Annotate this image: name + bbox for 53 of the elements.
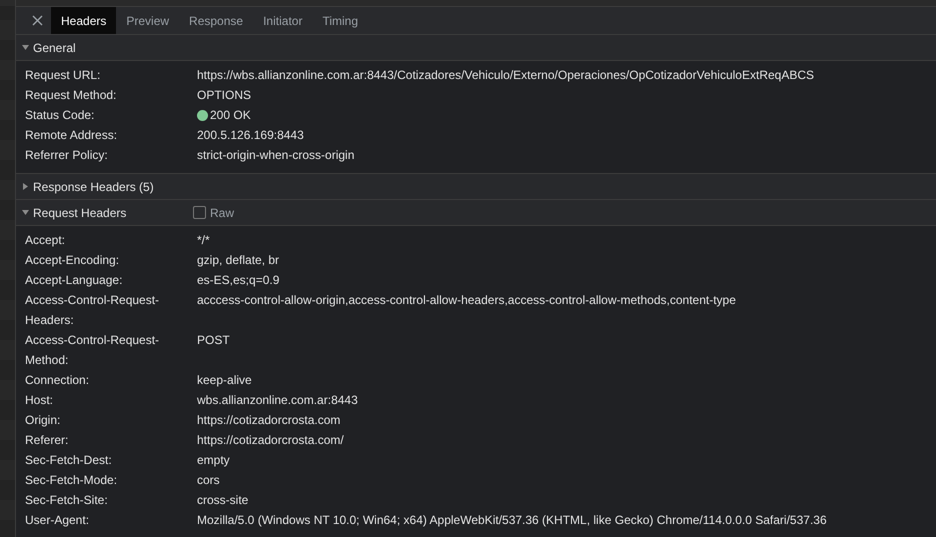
expanded-triangle-icon	[22, 209, 29, 216]
tab[interactable]: Preview	[116, 7, 180, 34]
header-name: Host:	[25, 392, 54, 409]
header-value: cross-site	[197, 492, 248, 509]
header-name: Referrer Policy:	[25, 147, 109, 164]
tab[interactable]: Headers	[51, 7, 116, 34]
tab[interactable]: Initiator	[253, 7, 312, 34]
header-name: Accept:	[25, 232, 66, 249]
section-header[interactable]: General	[16, 35, 936, 61]
header-name: Remote Address:	[25, 127, 118, 144]
expanded-triangle-icon	[22, 44, 29, 51]
header-name: User-Agent:	[25, 512, 90, 529]
header-name: Access-Control-Request-Method:	[25, 332, 160, 369]
header-name: Status Code:	[25, 107, 96, 124]
header-value: OPTIONS	[197, 87, 252, 104]
collapsed-triangle-icon	[22, 183, 29, 190]
header-name: Sec-Fetch-Mode:	[25, 472, 118, 489]
header-value: empty	[197, 452, 230, 469]
header-name: Origin:	[25, 412, 62, 429]
section-header[interactable]: Request Headers Raw	[16, 200, 936, 226]
header-value: cors	[197, 472, 220, 489]
header-value: acccess-control-allow-origin,access-control-allow-headers,access-control-allow-methods,content-type	[197, 292, 736, 309]
section-title: Request Headers	[33, 206, 128, 220]
header-value: keep-alive	[197, 372, 252, 389]
tab[interactable]: Response	[179, 7, 254, 34]
header-name: Access-Control-Request-Headers:	[25, 292, 160, 329]
header-value: gzip, deflate, br	[197, 252, 280, 269]
header-value: es-ES,es;q=0.9	[197, 272, 280, 289]
header-value: wbs.allianzonline.com.ar:8443	[197, 392, 358, 409]
header-name: Referer:	[25, 432, 70, 449]
section-title: General	[33, 40, 77, 54]
checkbox-label: Raw	[210, 206, 234, 220]
header-name: Request URL:	[25, 67, 102, 84]
header-value: POST	[197, 332, 230, 349]
header-name: Accept-Language:	[25, 272, 124, 289]
close-icon	[32, 15, 43, 26]
section-title: Response Headers (5)	[33, 180, 155, 194]
header-value: strict-origin-when-cross-origin	[197, 147, 354, 164]
header-name: Connection:	[25, 372, 90, 389]
header-value: 200 OK	[210, 107, 251, 124]
header-name: Sec-Fetch-Site:	[25, 492, 109, 509]
header-value: https://cotizadorcrosta.com/	[197, 432, 344, 449]
header-name: Sec-Fetch-Dest:	[25, 452, 113, 469]
header-value: Mozilla/5.0 (Windows NT 10.0; Win64; x64) AppleWebKit/537.36 (KHTML, like Gecko) Chrome/114.0.0.0 Safari/537.36	[197, 512, 827, 529]
header-name: Accept-Encoding:	[25, 252, 120, 269]
header-value: */*	[197, 232, 210, 249]
section-header[interactable]: Response Headers (5)	[16, 174, 936, 200]
header-value: https://wbs.allianzonline.com.ar:8443/Cotizadores/Vehiculo/Externo/Operaciones/OpCotizadorVehiculoExtReqABCS	[197, 67, 814, 84]
header-name: Request Method:	[25, 87, 118, 104]
raw-checkbox[interactable]: Raw	[193, 206, 234, 220]
header-value: https://cotizadorcrosta.com	[197, 412, 340, 429]
header-value: 200.5.126.169:8443	[197, 127, 304, 144]
tab[interactable]: Timing	[312, 7, 368, 34]
